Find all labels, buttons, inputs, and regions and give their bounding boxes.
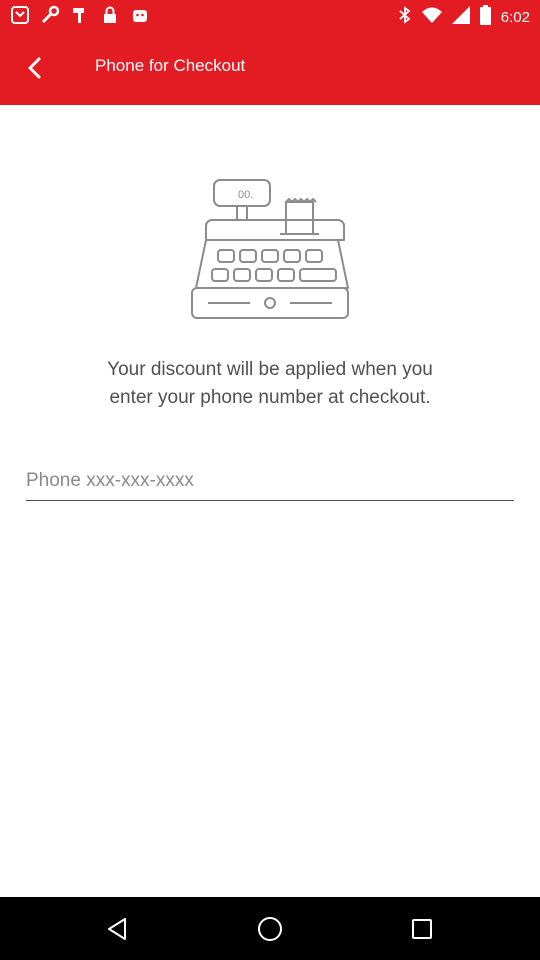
navigation-bar xyxy=(0,897,540,960)
signal-icon xyxy=(451,6,470,29)
phone-input[interactable] xyxy=(26,464,514,498)
status-time: 6:02 xyxy=(500,9,530,26)
message-line-2: enter your phone number at checkout. xyxy=(109,387,431,408)
status-icons-left xyxy=(10,5,150,25)
android-icon xyxy=(130,5,150,25)
battery-icon xyxy=(479,5,491,30)
status-icons-right: 6:02 xyxy=(398,5,530,30)
register-display-text: 00. xyxy=(238,189,253,201)
phone-field[interactable] xyxy=(26,464,514,501)
wrench-icon xyxy=(40,5,60,25)
status-bar: 6:02 xyxy=(0,0,540,32)
home-nav-button[interactable] xyxy=(254,913,286,945)
discount-message: Your discount will be applied when you e… xyxy=(40,356,500,412)
message-line-1: Your discount will be applied when you xyxy=(107,359,433,380)
hammer-icon xyxy=(70,5,90,25)
back-button[interactable] xyxy=(12,44,60,92)
back-arrow-icon xyxy=(28,57,41,79)
home-nav-icon xyxy=(258,917,282,941)
back-nav-button[interactable] xyxy=(102,913,134,945)
app-bar: Phone for Checkout xyxy=(0,32,540,105)
page-title: Phone for Checkout xyxy=(95,56,246,75)
cash-register-icon: 00. xyxy=(188,176,352,322)
recents-nav-button[interactable] xyxy=(406,913,438,945)
notification-icon xyxy=(10,5,30,25)
recents-nav-icon xyxy=(412,919,432,939)
back-nav-icon xyxy=(108,918,126,940)
lock-icon xyxy=(100,5,120,25)
bluetooth-icon xyxy=(398,5,412,30)
wifi-icon xyxy=(421,6,442,29)
